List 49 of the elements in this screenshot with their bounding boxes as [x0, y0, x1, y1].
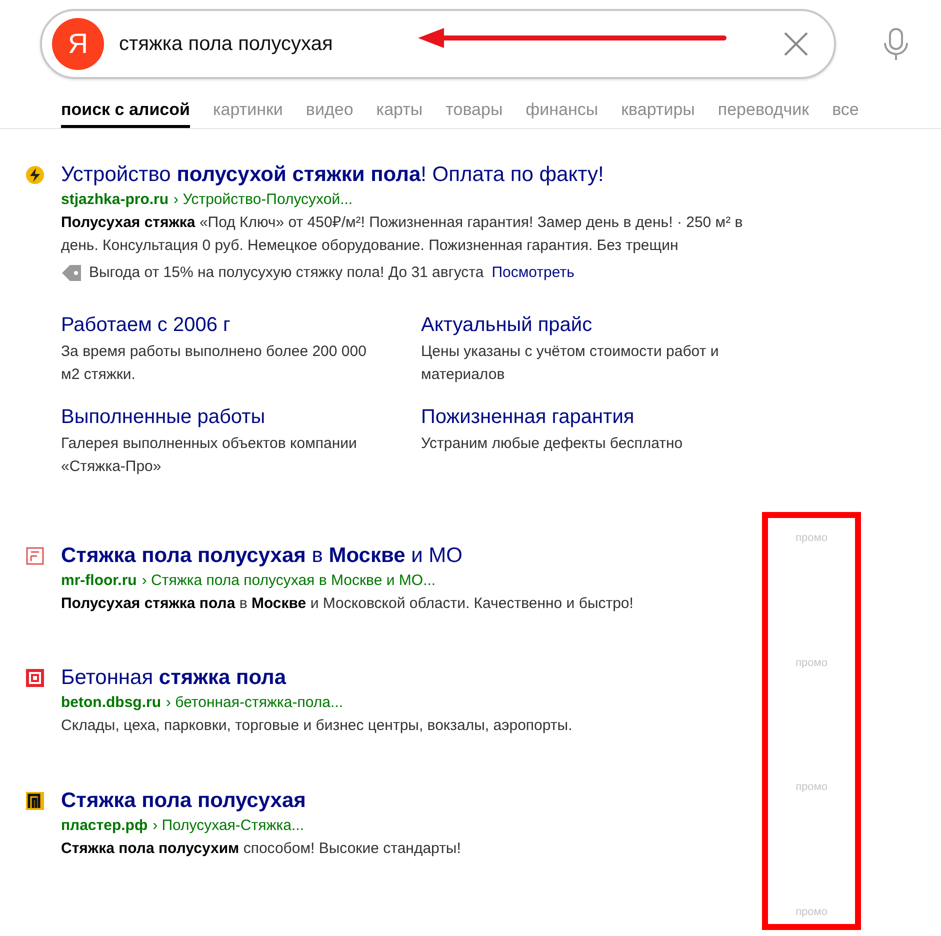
sitelink-description: За время работы выполнено более 200 000 м2 стяжки. [61, 342, 368, 385]
sitelink-description: Цены указаны с учётом стоимости работ и материалов [421, 342, 720, 385]
result-title-link[interactable]: Стяжка пола полусухая [61, 787, 306, 814]
search-query: стяжка пола полусухая [119, 32, 333, 57]
search-tab[interactable]: видео [306, 95, 354, 128]
offer-text: Выгода от 15% на полусухую стяжку пола! До 31 августа [89, 263, 484, 283]
result-title-link[interactable]: Бетонная стяжка пола [61, 664, 286, 691]
search-tab[interactable]: все [832, 95, 859, 128]
domain-link[interactable]: beton.dbsg.ru [61, 692, 161, 713]
offer-link[interactable]: Посмотреть [492, 261, 574, 284]
letter-logo-icon [25, 546, 45, 566]
promo-label: промо [796, 531, 828, 546]
microphone-icon[interactable] [882, 26, 910, 62]
lightning-logo-icon [25, 165, 45, 185]
search-tab[interactable]: товары [446, 95, 503, 128]
result-title-link[interactable]: Устройство полусухой стяжки пола! Оплата по факту! [61, 161, 604, 188]
promo-label: промо [796, 780, 828, 795]
result-snippet: Полусухая стяжка пола в Москве и Московской области. Качественно и быстро! [61, 594, 634, 614]
domain-link[interactable]: пластер.рф [61, 815, 148, 836]
steps-logo-icon [25, 791, 45, 811]
search-tab[interactable]: финансы [526, 95, 598, 128]
breadcrumb-link[interactable]: › Полусухая-Стяжка... [152, 815, 304, 836]
search-tab[interactable]: переводчик [718, 95, 810, 128]
breadcrumb-link[interactable]: › бетонная-стяжка-пола... [166, 692, 343, 713]
sitelink[interactable]: Актуальный прайс [421, 312, 741, 338]
result-title-link[interactable]: Стяжка пола полусухая в Москве и МО [61, 542, 463, 569]
sitelink[interactable]: Пожизненная гарантия [421, 404, 741, 430]
promo-label: промо [796, 904, 828, 920]
square-logo-icon [25, 668, 45, 688]
close-icon[interactable] [782, 30, 810, 58]
promo-label: промо [796, 656, 828, 670]
domain-link[interactable]: stjazhka-pro.ru [61, 189, 169, 210]
domain-link[interactable]: mr-floor.ru [61, 570, 137, 591]
sitelink[interactable]: Выполненные работы [61, 404, 381, 430]
result-snippet: Полусухая стяжка «Под Ключ» от 450₽/м²! Пожизненная гарантия! Замер день в день! · 250 м² в день. Консультация 0 руб. Немецкое оборудование. Пожизненная гарантия. Без трещин [61, 213, 744, 256]
search-tab[interactable]: поиск с алисой [61, 95, 190, 128]
search-tab[interactable]: квартиры [621, 95, 695, 128]
result-snippet: Стяжка пола полусухим способом! Высокие стандарты! [61, 839, 462, 859]
breadcrumb-link[interactable]: › Устройство-Полусухой... [174, 189, 353, 210]
sitelink-description: Устраним любые дефекты бесплатно [421, 434, 684, 454]
breadcrumb-link[interactable]: › Стяжка пола полусухая в Москве и МО... [142, 570, 436, 591]
result-snippet: Склады, цеха, парковки, торговые и бизнес центры, вокзалы, аэропорты. [61, 716, 574, 736]
logo[interactable]: Я [52, 18, 104, 70]
search-field[interactable]: Я стяжка пола полусухая [40, 9, 836, 79]
sitelink[interactable]: Работаем с 2006 г [61, 312, 381, 338]
sitelink-description: Галерея выполненных объектов компании «Стяжка-Про» [61, 434, 358, 477]
search-tab[interactable]: карты [376, 95, 423, 128]
search-tab[interactable]: картинки [212, 95, 283, 128]
tag-icon [61, 264, 83, 282]
